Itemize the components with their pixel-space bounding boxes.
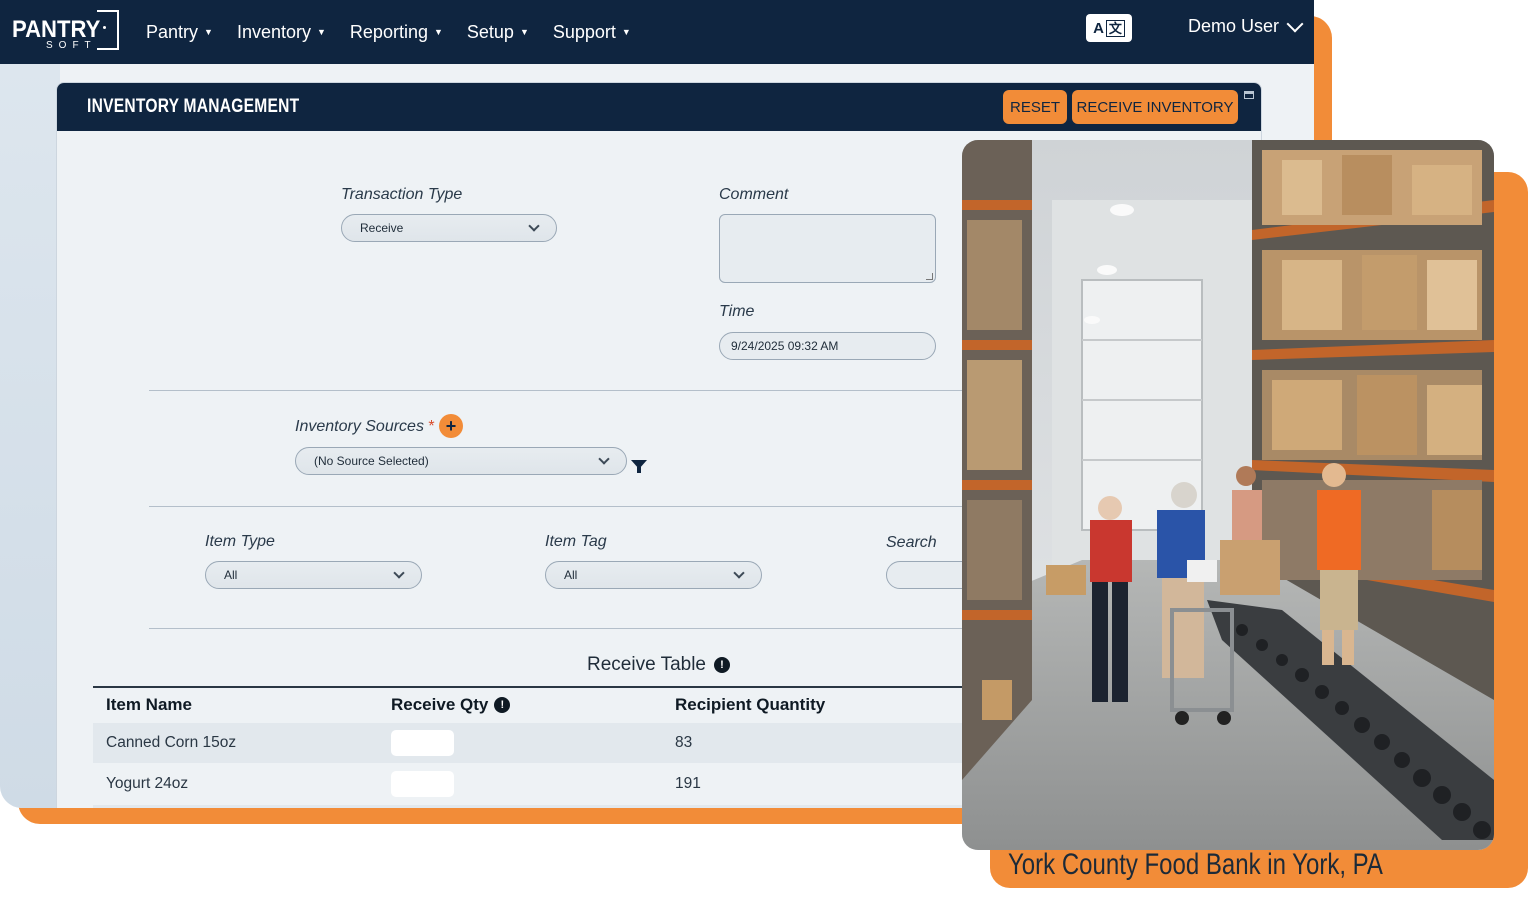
reset-button[interactable]: RESET bbox=[1003, 90, 1067, 124]
item-tag-value: All bbox=[564, 568, 578, 582]
language-translate-button[interactable]: A 文 bbox=[1086, 14, 1132, 42]
recipient-qty-cell: 83 bbox=[675, 734, 693, 751]
info-icon[interactable]: ! bbox=[494, 697, 511, 713]
chevron-down-icon bbox=[1286, 15, 1304, 32]
transaction-type-value: Receive bbox=[360, 221, 404, 235]
receive-qty-header-text: Receive Qty bbox=[391, 695, 489, 714]
menu-support[interactable]: Support ▼ bbox=[553, 22, 631, 43]
main-menu: Pantry ▼ Inventory ▼ Reporting ▼ Setup ▼ Sup… bbox=[146, 0, 655, 64]
inventory-sources-label: Inventory Sources * bbox=[295, 418, 435, 436]
user-menu[interactable]: Demo User bbox=[1188, 15, 1304, 37]
menu-setup[interactable]: Setup ▼ bbox=[467, 22, 529, 43]
translate-icon-a: A bbox=[1093, 19, 1104, 37]
card-header: INVENTORY MANAGEMENT RESET RECEIVE INVEN… bbox=[57, 83, 1261, 131]
logo-subtext: SOFT bbox=[46, 40, 97, 51]
filter-icon[interactable] bbox=[631, 460, 647, 473]
time-label: Time bbox=[719, 303, 755, 320]
search-label: Search bbox=[886, 534, 937, 551]
menu-label: Reporting bbox=[349, 21, 428, 42]
receive-table-title-text: Receive Table bbox=[587, 654, 707, 675]
receive-inventory-button[interactable]: RECEIVE INVENTORY bbox=[1072, 90, 1238, 124]
add-source-button[interactable]: + bbox=[439, 414, 463, 438]
menu-label: Inventory bbox=[236, 21, 311, 42]
column-header-receive-qty[interactable]: Receive Qty ! bbox=[391, 695, 511, 715]
item-type-label: Item Type bbox=[205, 533, 275, 550]
recipient-qty-cell: 191 bbox=[675, 775, 701, 792]
menu-pantry[interactable]: Pantry ▼ bbox=[146, 22, 213, 43]
info-icon[interactable]: ! bbox=[714, 657, 731, 673]
top-nav: PANTRY SOFT Pantry ▼ Inventory ▼ Reporting… bbox=[0, 0, 1314, 64]
pantrysoft-logo[interactable]: PANTRY SOFT bbox=[12, 10, 122, 54]
inventory-sources-text: Inventory Sources bbox=[295, 418, 424, 435]
chevron-down-icon bbox=[393, 567, 405, 579]
resize-grip-icon[interactable] bbox=[926, 273, 933, 280]
chevron-down-icon bbox=[733, 567, 745, 579]
table-row: Yogurt 24oz 191 bbox=[93, 764, 993, 804]
required-marker: * bbox=[428, 418, 435, 435]
warehouse-photo bbox=[962, 140, 1494, 850]
caret-down-icon: ▼ bbox=[519, 27, 529, 37]
item-type-value: All bbox=[224, 568, 238, 582]
caret-down-icon: ▼ bbox=[621, 27, 631, 37]
item-type-select[interactable]: All bbox=[205, 561, 422, 589]
menu-label: Setup bbox=[466, 21, 514, 42]
receive-table-title: Receive Table ! bbox=[587, 654, 731, 676]
table-row bbox=[93, 805, 993, 808]
inventory-sources-select[interactable]: (No Source Selected) bbox=[295, 447, 627, 475]
user-name: Demo User bbox=[1188, 16, 1280, 36]
transaction-type-select[interactable]: Receive bbox=[341, 214, 557, 242]
photo-caption: York County Food Bank in York, PA bbox=[1008, 848, 1383, 881]
logo-door-icon bbox=[97, 10, 119, 50]
chevron-down-icon bbox=[598, 453, 610, 465]
table-header-rule bbox=[93, 686, 993, 688]
comment-label: Comment bbox=[719, 186, 789, 203]
menu-label: Pantry bbox=[146, 21, 199, 42]
column-header-item-name[interactable]: Item Name bbox=[106, 695, 192, 715]
table-row: Canned Corn 15oz 83 bbox=[93, 723, 993, 763]
transaction-type-label: Transaction Type bbox=[341, 186, 463, 203]
column-header-recipient-quantity[interactable]: Recipient Quantity bbox=[675, 695, 825, 715]
time-input[interactable]: 9/24/2025 09:32 AM bbox=[719, 332, 936, 360]
inventory-sources-value: (No Source Selected) bbox=[314, 454, 429, 468]
chevron-down-icon bbox=[528, 220, 540, 232]
minimize-icon[interactable] bbox=[1244, 91, 1254, 99]
item-name-cell: Yogurt 24oz bbox=[106, 775, 189, 792]
caret-down-icon: ▼ bbox=[204, 27, 213, 37]
menu-inventory[interactable]: Inventory ▼ bbox=[237, 22, 326, 43]
item-tag-select[interactable]: All bbox=[545, 561, 762, 589]
caret-down-icon: ▼ bbox=[317, 27, 326, 37]
receive-qty-input[interactable] bbox=[391, 771, 454, 797]
page-title: INVENTORY MANAGEMENT bbox=[87, 96, 300, 117]
menu-reporting[interactable]: Reporting ▼ bbox=[350, 22, 443, 43]
receive-qty-input[interactable] bbox=[391, 730, 454, 756]
menu-label: Support bbox=[552, 21, 616, 42]
comment-textarea[interactable] bbox=[719, 214, 936, 283]
item-tag-label: Item Tag bbox=[545, 533, 607, 550]
caret-down-icon: ▼ bbox=[433, 27, 443, 37]
item-name-cell: Canned Corn 15oz bbox=[106, 734, 237, 751]
translate-icon-z: 文 bbox=[1105, 19, 1125, 37]
